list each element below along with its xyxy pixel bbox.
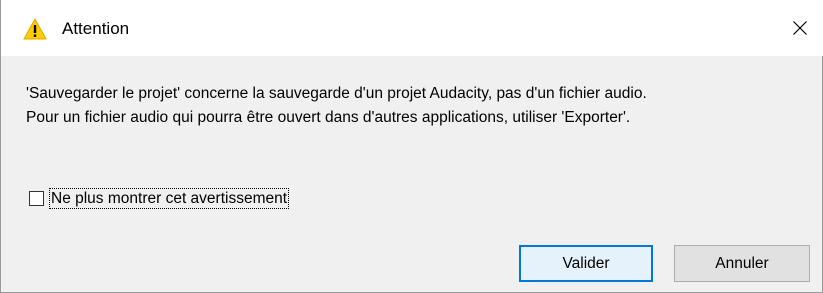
dont-show-again-checkbox-row[interactable]: Ne plus montrer cet avertissement (29, 188, 290, 209)
title-bar: Attention (1, 0, 823, 56)
close-icon (792, 20, 808, 36)
close-button[interactable] (777, 0, 823, 56)
message-line-1: 'Sauvegarder le projet' concerne la sauv… (26, 85, 647, 102)
message-line-2: Pour un fichier audio qui pourra être ou… (26, 109, 631, 126)
dont-show-again-label[interactable]: Ne plus montrer cet avertissement (48, 188, 290, 209)
dont-show-again-checkbox[interactable] (29, 191, 44, 206)
warning-icon (23, 17, 47, 40)
window-title: Attention (62, 19, 130, 38)
dialog-message: 'Sauvegarder le projet' concerne la sauv… (26, 82, 816, 130)
cancel-button[interactable]: Annuler (674, 245, 810, 282)
dialog-window: Attention 'Sauvegarder le projet' concer… (0, 0, 823, 293)
ok-button[interactable]: Valider (519, 245, 653, 282)
